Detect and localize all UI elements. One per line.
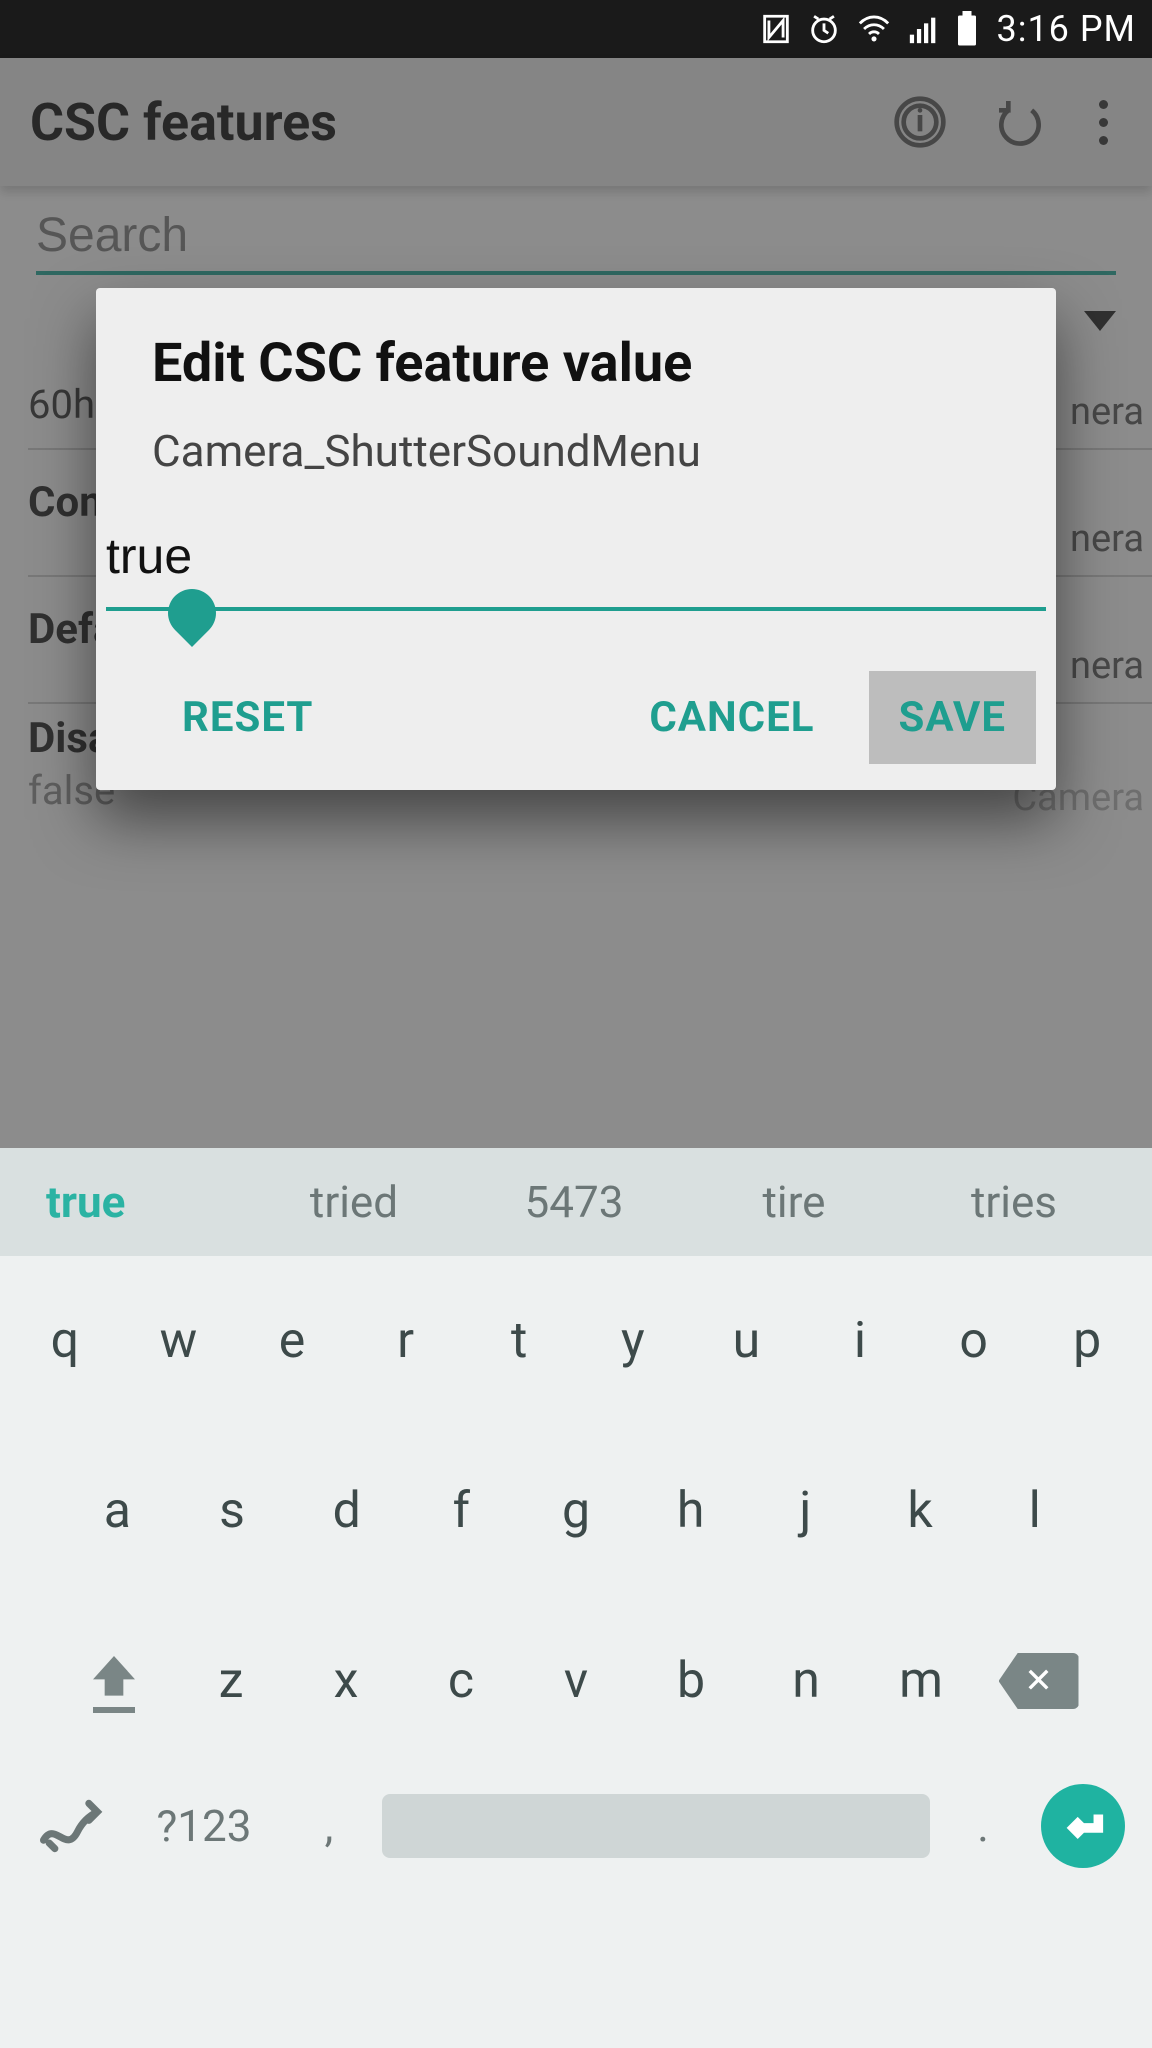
suggestion-bar: true tried 5473 tire tries: [0, 1148, 1152, 1256]
suggestion[interactable]: tire: [684, 1176, 904, 1228]
key-v[interactable]: v: [519, 1620, 634, 1742]
nfc-icon: [759, 12, 793, 46]
key-x[interactable]: x: [289, 1620, 404, 1742]
battery-icon: [955, 11, 979, 47]
key-s[interactable]: s: [175, 1450, 290, 1572]
wifi-icon: [855, 12, 893, 46]
key-z[interactable]: z: [174, 1620, 289, 1742]
key-o[interactable]: o: [917, 1280, 1031, 1402]
key-row-3: z x c v b n m ✕: [0, 1596, 1152, 1766]
key-f[interactable]: f: [404, 1450, 519, 1572]
period-key[interactable]: .: [938, 1800, 1028, 1852]
soft-keyboard: true tried 5473 tire tries q w e r t y u…: [0, 1148, 1152, 2048]
swype-key[interactable]: [14, 1792, 124, 1860]
reset-button[interactable]: RESET: [152, 671, 343, 764]
key-h[interactable]: h: [633, 1450, 748, 1572]
space-key[interactable]: [374, 1794, 938, 1858]
key-u[interactable]: u: [690, 1280, 804, 1402]
suggestion[interactable]: 5473: [464, 1176, 684, 1228]
key-d[interactable]: d: [289, 1450, 404, 1572]
key-c[interactable]: c: [404, 1620, 519, 1742]
enter-key[interactable]: [1028, 1784, 1138, 1868]
key-row-4: ?123 , .: [0, 1766, 1152, 1894]
dialog-feature-name: Camera_ShutterSoundMenu: [96, 425, 1056, 521]
value-input[interactable]: [106, 521, 1046, 611]
enter-icon: [1041, 1784, 1125, 1868]
key-y[interactable]: y: [576, 1280, 690, 1402]
key-e[interactable]: e: [235, 1280, 349, 1402]
save-button[interactable]: SAVE: [869, 671, 1037, 764]
symbols-key[interactable]: ?123: [124, 1800, 284, 1852]
key-m[interactable]: m: [864, 1620, 979, 1742]
key-w[interactable]: w: [122, 1280, 236, 1402]
backspace-icon: ✕: [999, 1653, 1079, 1709]
key-p[interactable]: p: [1030, 1280, 1144, 1402]
dialog-title: Edit CSC feature value: [96, 332, 1056, 425]
shift-key[interactable]: [54, 1620, 174, 1742]
edit-value-dialog: Edit CSC feature value Camera_ShutterSou…: [96, 288, 1056, 790]
status-bar: 3:16 PM: [0, 0, 1152, 58]
alarm-icon: [807, 12, 841, 46]
key-k[interactable]: k: [863, 1450, 978, 1572]
key-row-2: a s d f g h j k l: [0, 1426, 1152, 1596]
key-j[interactable]: j: [748, 1450, 863, 1572]
suggestion[interactable]: tried: [244, 1176, 464, 1228]
status-time: 3:16 PM: [997, 8, 1137, 50]
signal-icon: [907, 12, 941, 46]
suggestion[interactable]: true: [28, 1176, 244, 1228]
comma-key[interactable]: ,: [284, 1800, 374, 1852]
key-row-1: q w e r t y u i o p: [0, 1256, 1152, 1426]
key-g[interactable]: g: [519, 1450, 634, 1572]
key-n[interactable]: n: [749, 1620, 864, 1742]
key-i[interactable]: i: [803, 1280, 917, 1402]
cancel-button[interactable]: CANCEL: [619, 671, 844, 764]
key-r[interactable]: r: [349, 1280, 463, 1402]
key-l[interactable]: l: [977, 1450, 1092, 1572]
key-b[interactable]: b: [634, 1620, 749, 1742]
key-a[interactable]: a: [60, 1450, 175, 1572]
backspace-key[interactable]: ✕: [979, 1620, 1099, 1742]
key-t[interactable]: t: [462, 1280, 576, 1402]
suggestion[interactable]: tries: [904, 1176, 1124, 1228]
key-q[interactable]: q: [8, 1280, 122, 1402]
